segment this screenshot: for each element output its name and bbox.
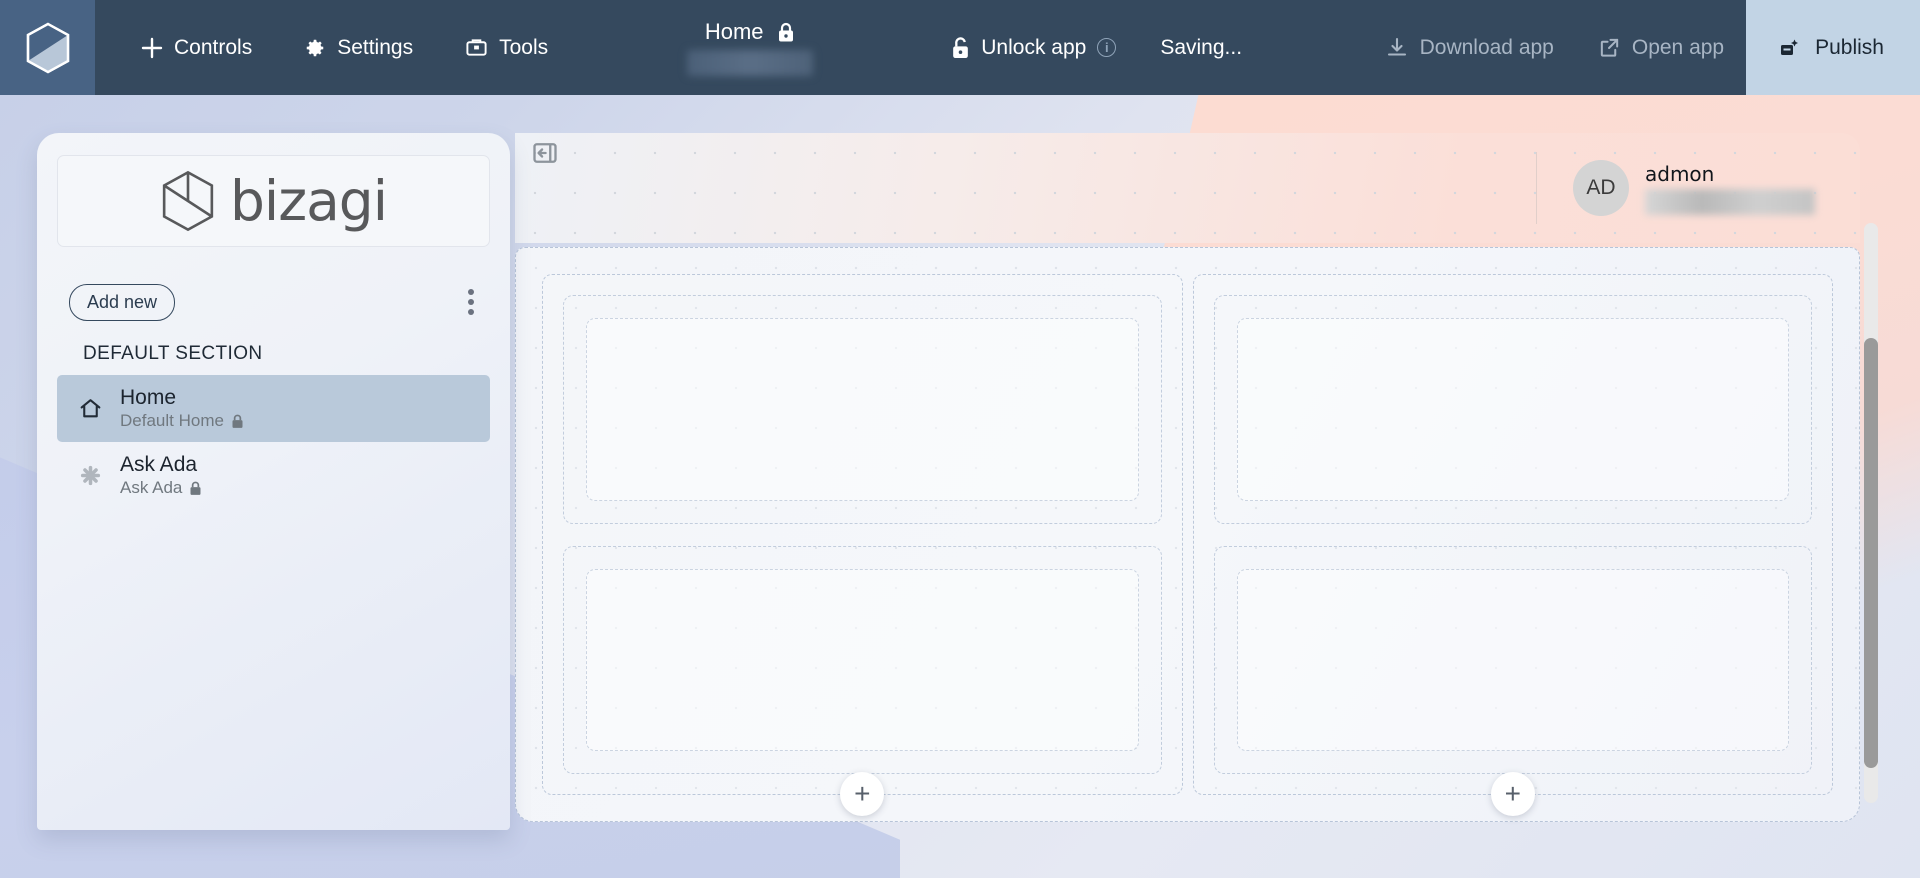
user-profile-block[interactable]: AD admon — [1536, 152, 1815, 224]
user-name: admon — [1645, 161, 1715, 186]
plus-icon — [141, 37, 163, 59]
bizagi-hexagon-icon — [160, 170, 216, 232]
toolbar-spacer-left — [570, 0, 669, 95]
current-page-title-group: Home — [669, 0, 831, 95]
sidebar-item-ask-ada[interactable]: Ask Ada Ask Ada — [57, 442, 490, 509]
collapse-panel-icon[interactable] — [531, 139, 559, 167]
open-app-button[interactable]: Open app — [1576, 0, 1746, 95]
saving-status-label: Saving... — [1160, 35, 1243, 59]
settings-menu-button[interactable]: Settings — [282, 26, 435, 70]
canvas-header-band: AD admon — [515, 133, 1860, 243]
widget-slot-right-bottom[interactable] — [1213, 545, 1812, 774]
add-widget-button-right[interactable]: + — [1490, 772, 1535, 816]
controls-menu-label: Controls — [174, 35, 253, 59]
bizagi-logo: bizagi — [57, 155, 490, 247]
add-widget-button-left[interactable]: + — [840, 772, 885, 816]
widget-slot-left-top[interactable] — [563, 295, 1162, 524]
top-toolbar: Controls Settings Tools Home Unlock app … — [0, 0, 1920, 95]
bizagi-hexagon-icon — [25, 22, 71, 74]
panel-actions-row: Add new — [57, 283, 490, 321]
open-app-label: Open app — [1631, 35, 1725, 59]
sidebar-item-ask-ada-subtitle-text: Ask Ada — [120, 478, 183, 498]
section-label: DEFAULT SECTION — [83, 343, 263, 364]
saving-status: Saving... — [1138, 0, 1264, 95]
download-app-label: Download app — [1419, 35, 1554, 59]
brand-logo-button[interactable] — [0, 0, 95, 95]
info-icon[interactable]: i — [1097, 38, 1117, 57]
publish-icon — [1778, 36, 1802, 60]
toolbar-spacer-mid — [831, 0, 930, 95]
asterisk-icon — [77, 463, 103, 488]
widget-placeholder — [1236, 568, 1789, 751]
unlock-app-button[interactable]: Unlock app i — [929, 0, 1138, 95]
gear-icon — [304, 37, 326, 59]
publish-button[interactable]: Publish — [1746, 0, 1920, 95]
canvas-column-left[interactable]: + — [542, 274, 1183, 816]
avatar: AD — [1573, 160, 1629, 216]
canvas-scrollbar-thumb[interactable] — [1864, 338, 1878, 768]
page-canvas: AD admon + + — [515, 133, 1880, 833]
lock-closed-icon — [231, 414, 244, 429]
bizagi-logo-text: bizagi — [230, 169, 388, 233]
lock-open-icon — [951, 36, 970, 59]
unlock-app-label: Unlock app — [981, 35, 1087, 59]
app-navigation-panel: bizagi Add new DEFAULT SECTION Home Defa… — [37, 133, 510, 830]
widget-placeholder — [586, 318, 1139, 501]
canvas-layout-grid: + + — [515, 247, 1860, 822]
widget-placeholder — [586, 568, 1139, 751]
sidebar-item-home[interactable]: Home Default Home — [57, 375, 490, 443]
page-subtitle-redacted — [686, 50, 813, 76]
toolbox-icon — [465, 36, 488, 59]
sidebar-item-home-subtitle: Default Home — [120, 411, 244, 431]
sidebar-item-home-title: Home — [120, 386, 177, 409]
add-new-button[interactable]: Add new — [69, 283, 176, 321]
publish-label: Publish — [1815, 35, 1884, 59]
canvas-column-right[interactable]: + — [1192, 274, 1833, 816]
toolbar-spacer-right — [1264, 0, 1363, 95]
download-icon — [1385, 36, 1409, 60]
widget-placeholder — [1236, 318, 1789, 501]
external-link-icon — [1598, 36, 1621, 59]
tools-menu-label: Tools — [499, 35, 549, 59]
controls-menu-button[interactable]: Controls — [119, 26, 274, 70]
lock-closed-icon — [189, 481, 202, 496]
kebab-menu-icon[interactable] — [462, 283, 480, 321]
user-email-redacted — [1645, 188, 1815, 215]
canvas-scrollbar-track[interactable] — [1864, 223, 1878, 803]
lock-closed-icon — [777, 22, 795, 43]
toolbar-menu-group: Controls Settings Tools — [95, 0, 570, 95]
home-icon — [77, 396, 103, 421]
widget-slot-right-top[interactable] — [1213, 295, 1812, 524]
sidebar-item-ask-ada-subtitle: Ask Ada — [120, 478, 202, 498]
sidebar-item-home-subtitle-text: Default Home — [120, 411, 224, 431]
settings-menu-label: Settings — [337, 35, 414, 59]
tools-menu-button[interactable]: Tools — [443, 26, 570, 70]
page-title: Home — [704, 19, 764, 44]
sidebar-item-ask-ada-title: Ask Ada — [120, 453, 198, 477]
widget-slot-left-bottom[interactable] — [563, 545, 1162, 774]
download-app-button[interactable]: Download app — [1363, 0, 1576, 95]
